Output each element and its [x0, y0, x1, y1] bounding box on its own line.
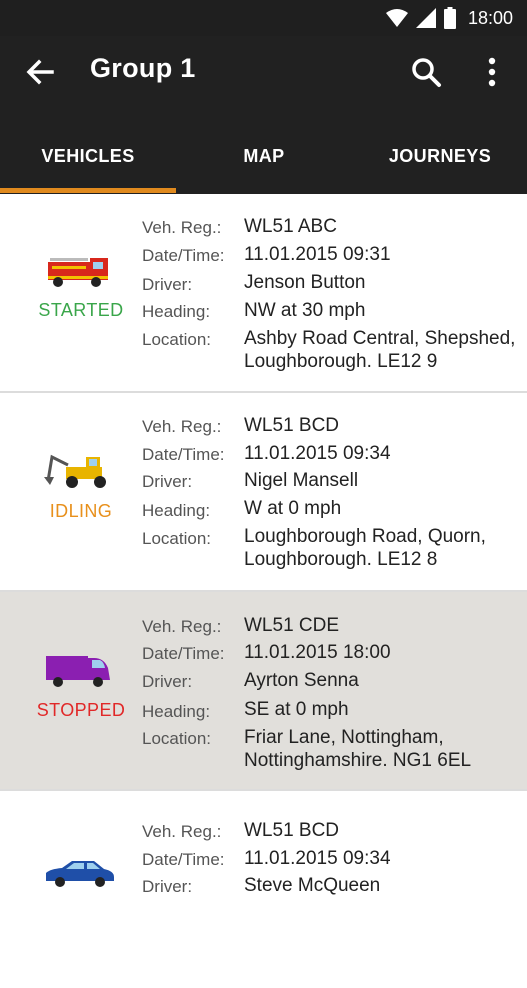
driver-value: Ayrton Senna	[244, 670, 359, 691]
location-value-line1: Friar Lane, Nottingham,	[244, 727, 444, 748]
driver-label: Driver:	[142, 877, 193, 896]
location-value-line1: Loughborough Road, Quorn,	[244, 526, 486, 547]
datetime-value: 11.01.2015 18:00	[244, 642, 391, 663]
driver-label: Driver:	[142, 672, 193, 691]
datetime-label: Date/Time:	[142, 850, 225, 869]
reg-value: WL51 ABC	[244, 216, 337, 237]
location-label: Location:	[142, 330, 211, 349]
tab-bar: VEHICLES MAP JOURNEYS	[0, 110, 527, 194]
heading-label: Heading:	[142, 501, 211, 520]
reg-value: WL51 CDE	[244, 615, 340, 636]
location-value-line1: Ashby Road Central, Shepshed,	[244, 328, 516, 349]
back-arrow-icon[interactable]	[24, 56, 56, 88]
vehicle-card-selected[interactable]: STOPPED Veh. Reg.: WL51 CDE Date/Time: 1…	[0, 592, 527, 791]
status-time: 18:00	[467, 7, 513, 28]
datetime-label: Date/Time:	[142, 246, 225, 265]
search-icon[interactable]	[410, 56, 442, 88]
tab-vehicles[interactable]: VEHICLES	[0, 146, 176, 167]
vehicle-card[interactable]: Veh. Reg.: WL51 BCD Date/Time: 11.01.201…	[0, 791, 527, 988]
page-title: Group 1	[90, 53, 196, 83]
reg-value: WL51 BCD	[244, 415, 340, 436]
reg-label: Veh. Reg.:	[142, 617, 222, 636]
heading-value: W at 0 mph	[244, 498, 342, 519]
datetime-value: 11.01.2015 09:34	[244, 848, 391, 869]
reg-label: Veh. Reg.:	[142, 417, 222, 436]
digger-icon	[44, 454, 106, 488]
location-label: Location:	[142, 529, 211, 548]
status-bar: 18:00	[0, 0, 527, 36]
tab-journeys[interactable]: JOURNEYS	[352, 146, 527, 167]
van-icon	[46, 656, 110, 687]
tab-indicator	[0, 188, 176, 193]
wifi-icon	[385, 9, 408, 27]
status-started: STARTED	[38, 300, 124, 320]
heading-label: Heading:	[142, 702, 211, 721]
driver-label: Driver:	[142, 472, 193, 491]
location-value-line2: Loughborough. LE12 8	[244, 549, 438, 570]
datetime-value: 11.01.2015 09:31	[244, 244, 391, 265]
vehicle-card[interactable]: STARTED Veh. Reg.: WL51 ABC Date/Time: 1…	[0, 194, 527, 393]
reg-label: Veh. Reg.:	[142, 822, 222, 841]
datetime-value: 11.01.2015 09:34	[244, 443, 391, 464]
heading-value: SE at 0 mph	[244, 699, 349, 720]
status-icons: 18:00	[385, 7, 513, 29]
heading-label: Heading:	[142, 302, 211, 321]
reg-label: Veh. Reg.:	[142, 218, 222, 237]
driver-value: Jenson Button	[244, 272, 366, 293]
app-toolbar: Group 1	[0, 36, 527, 110]
tab-map[interactable]: MAP	[176, 146, 352, 167]
location-value-line2: Loughborough. LE12 9	[244, 351, 438, 372]
driver-value: Nigel Mansell	[244, 470, 359, 491]
vehicle-card[interactable]: IDLING Veh. Reg.: WL51 BCD Date/Time: 11…	[0, 393, 527, 592]
datetime-label: Date/Time:	[142, 644, 225, 663]
driver-value: Steve McQueen	[244, 875, 381, 896]
fire-engine-icon	[48, 258, 108, 287]
location-label: Location:	[142, 729, 211, 748]
status-idling: IDLING	[49, 501, 113, 521]
more-options-icon[interactable]	[480, 56, 504, 88]
car-icon	[46, 861, 114, 887]
vehicle-list: STARTED Veh. Reg.: WL51 ABC Date/Time: 1…	[0, 194, 527, 988]
signal-icon	[415, 8, 436, 28]
reg-value: WL51 BCD	[244, 820, 340, 841]
datetime-label: Date/Time:	[142, 445, 225, 464]
status-stopped: STOPPED	[36, 700, 126, 720]
location-value-line2: Nottinghamshire. NG1 6EL	[244, 750, 472, 771]
battery-icon	[443, 7, 456, 29]
driver-label: Driver:	[142, 275, 193, 294]
heading-value: NW at 30 mph	[244, 300, 366, 321]
